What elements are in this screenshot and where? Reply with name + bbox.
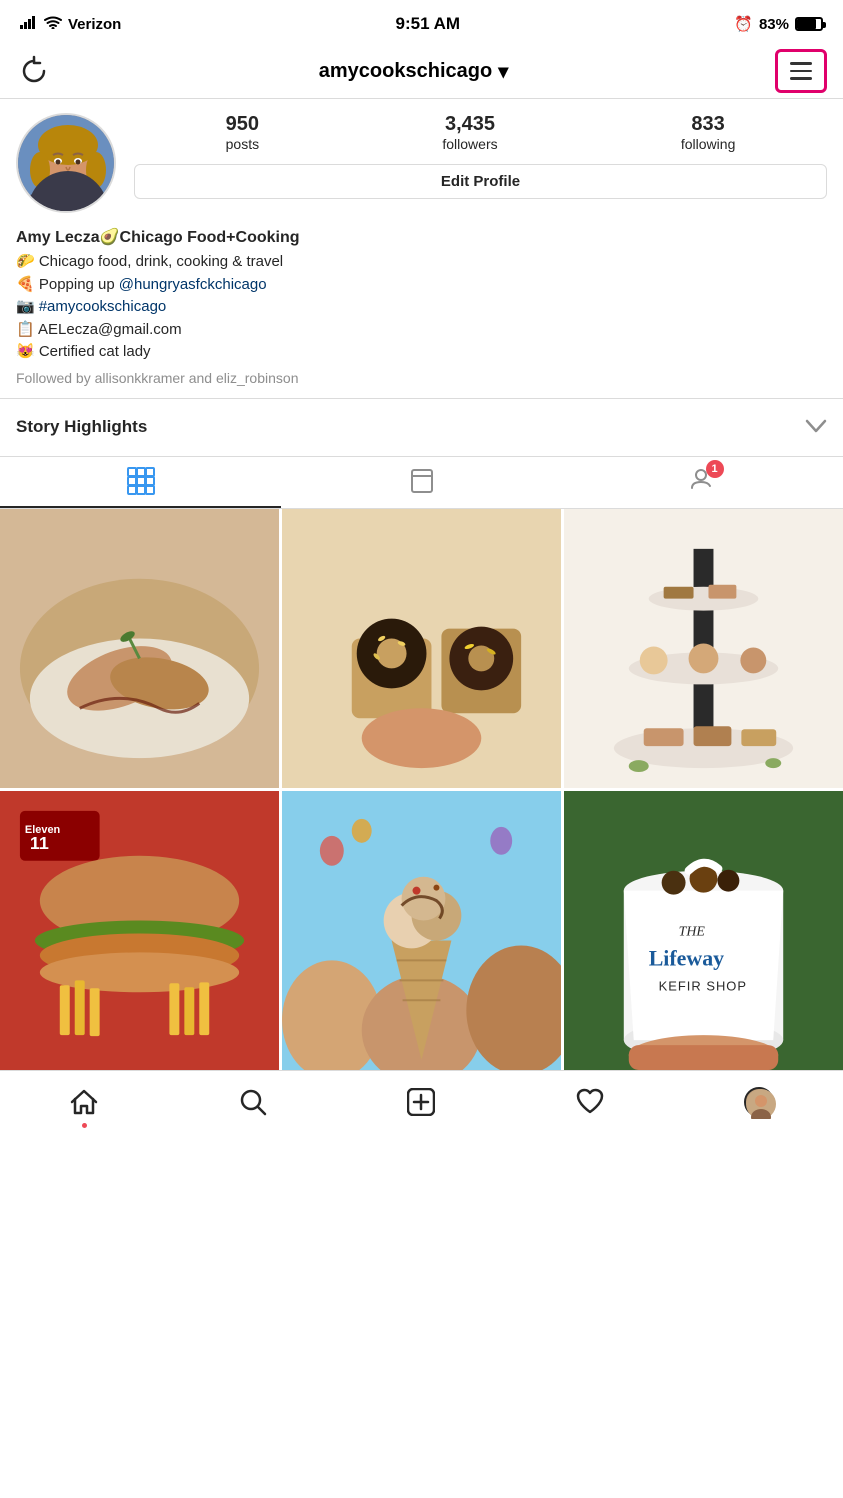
posts-count: 950	[226, 113, 259, 136]
nav-search[interactable]	[169, 1071, 338, 1134]
food-photo-2	[282, 509, 561, 788]
tagged-notification: 1	[690, 466, 716, 497]
chevron-down-icon	[805, 417, 827, 438]
home-notification-dot	[82, 1123, 87, 1128]
bio-section: Amy Lecza🥑Chicago Food+Cooking 🌮 Chicago…	[0, 223, 843, 398]
username-chevron: ▾	[498, 59, 508, 84]
bio-line-1: 🌮 Chicago food, drink, cooking & travel	[16, 251, 827, 274]
bio-name: Amy Lecza🥑Chicago Food+Cooking	[16, 227, 827, 247]
search-icon	[239, 1088, 267, 1116]
svg-text:Lifeway: Lifeway	[649, 945, 724, 970]
heart-icon	[576, 1088, 604, 1116]
tab-grid[interactable]	[0, 457, 281, 508]
svg-text:THE: THE	[679, 924, 706, 939]
photo-grid: Eleven 11	[0, 509, 843, 1070]
nav-profile[interactable]	[674, 1071, 843, 1134]
followed-by: Followed by allisonkkramer and eliz_robi…	[16, 370, 827, 386]
stats-area: 950 posts 3,435 followers 833 following …	[134, 113, 827, 199]
bio-line2-prefix: 🍕 Popping up	[16, 274, 115, 297]
food-photo-1	[0, 509, 279, 788]
posts-label: posts	[226, 136, 259, 152]
history-button[interactable]	[16, 53, 52, 89]
grid-photo-4[interactable]: Eleven 11	[0, 791, 279, 1070]
alarm-icon: ⏰	[734, 15, 753, 33]
food-photo-6: THE Lifeway KEFIR SHOP	[564, 791, 843, 1070]
profile-header: 950 posts 3,435 followers 833 following …	[0, 99, 843, 223]
nav-activity[interactable]	[506, 1071, 675, 1134]
bio-line-3: 📷 #amycookschicago	[16, 296, 827, 319]
battery-icon	[795, 17, 823, 31]
menu-button[interactable]	[775, 49, 827, 93]
nav-add[interactable]	[337, 1071, 506, 1134]
followers-label: followers	[442, 136, 497, 152]
followers-count: 3,435	[445, 113, 495, 136]
following-stat[interactable]: 833 following	[681, 113, 735, 152]
add-icon	[407, 1088, 435, 1116]
hamburger-icon	[790, 62, 812, 80]
bio-line-4: 📋 AELecza@gmail.com	[16, 319, 827, 342]
svg-text:KEFIR SHOP: KEFIR SHOP	[659, 978, 747, 993]
bio-line2-link[interactable]: @hungryasfckchicago	[119, 274, 267, 297]
food-photo-5	[282, 791, 561, 1070]
grid-photo-5[interactable]	[282, 791, 561, 1070]
bio-line-2: 🍕 Popping up @hungryasfckchicago	[16, 274, 827, 297]
status-bar: Verizon 9:51 AM ⏰ 83%	[0, 0, 843, 44]
stats-row: 950 posts 3,435 followers 833 following	[134, 113, 827, 152]
following-label: following	[681, 136, 735, 152]
status-time: 9:51 AM	[396, 14, 461, 34]
content-tabs: 1	[0, 457, 843, 509]
home-icon	[70, 1088, 98, 1116]
avatar[interactable]	[16, 113, 116, 213]
battery-percent: 83%	[759, 16, 789, 33]
posts-stat[interactable]: 950 posts	[226, 113, 259, 152]
top-nav: amycookschicago ▾	[0, 44, 843, 99]
grid-photo-2[interactable]	[282, 509, 561, 788]
food-photo-3	[564, 509, 843, 788]
carrier-name: Verizon	[68, 16, 121, 33]
bottom-nav	[0, 1070, 843, 1142]
bio-hashtag-link[interactable]: #amycookschicago	[39, 296, 167, 319]
story-highlights-title: Story Highlights	[16, 417, 147, 437]
username-header[interactable]: amycookschicago ▾	[319, 59, 508, 84]
username-text: amycookschicago	[319, 60, 492, 83]
edit-profile-button[interactable]: Edit Profile	[134, 164, 827, 199]
food-photo-4: Eleven 11	[0, 791, 279, 1070]
bio-line-5: 😻 Certified cat lady	[16, 341, 827, 364]
tag-badge: 1	[706, 460, 724, 478]
story-highlights[interactable]: Story Highlights	[0, 399, 843, 457]
signal-icon	[20, 15, 38, 33]
status-right: ⏰ 83%	[734, 15, 823, 33]
bio-hashtag: 📷	[16, 296, 35, 319]
wifi-icon	[44, 16, 62, 33]
grid-photo-6[interactable]: THE Lifeway KEFIR SHOP	[564, 791, 843, 1070]
book-icon	[409, 468, 435, 494]
grid-photo-3[interactable]	[564, 509, 843, 788]
tab-tagged[interactable]: 1	[562, 457, 843, 508]
profile-avatar-small	[744, 1087, 774, 1117]
svg-text:11: 11	[30, 832, 49, 852]
following-count: 833	[691, 113, 724, 136]
status-left: Verizon	[20, 15, 121, 33]
grid-icon	[127, 467, 155, 495]
nav-home[interactable]	[0, 1071, 169, 1134]
grid-photo-1[interactable]	[0, 509, 279, 788]
followers-stat[interactable]: 3,435 followers	[442, 113, 497, 152]
tab-igtv[interactable]	[281, 457, 562, 508]
